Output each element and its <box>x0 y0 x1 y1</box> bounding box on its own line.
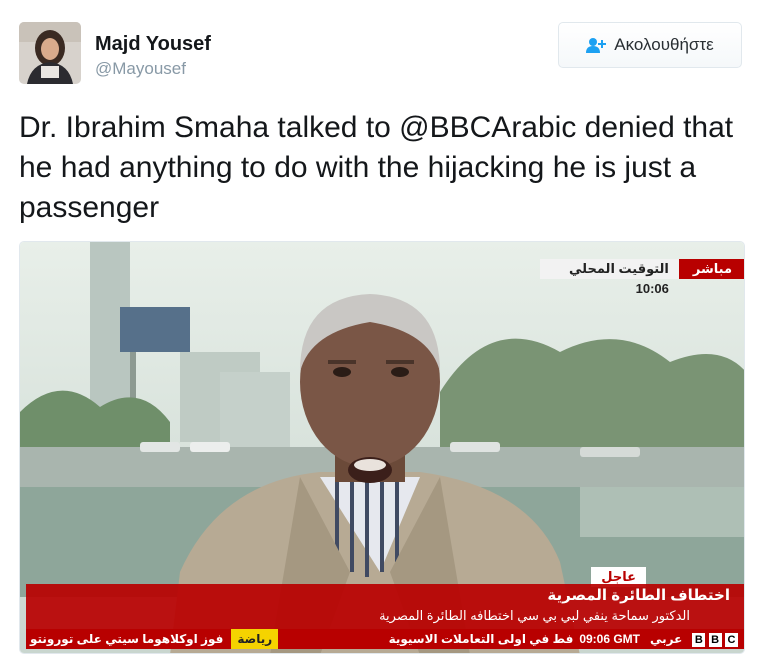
bbc-logo-letter: B <box>708 632 722 647</box>
tweet-text: Dr. Ibrahim Smaha talked to @BBCArabic d… <box>19 111 734 224</box>
avatar[interactable] <box>19 22 81 84</box>
local-time-label: التوقيت المحلي 10:06 <box>540 259 679 296</box>
broadcast-top-bar: مباشر التوقيت المحلي 10:06 <box>540 259 744 296</box>
bbc-logo: B B C <box>692 632 738 647</box>
bbc-logo-letter: B <box>692 632 706 647</box>
news-ticker: فوز اوكلاهوما سيتي على تورونتو رياضة فط … <box>26 629 744 649</box>
ticker-sport-tag: رياضة <box>231 629 279 649</box>
news-headline: اختطاف الطائرة المصرية <box>547 587 730 604</box>
live-tag: مباشر <box>678 259 744 279</box>
news-headline-box: اختطاف الطائرة المصرية الدكتور سماحة ينف… <box>26 584 744 629</box>
ticker-channel: عربي <box>650 632 683 646</box>
ticker-mid-text: فط في اولى التعاملات الاسيوية <box>388 632 574 646</box>
bbc-logo-letter: C <box>725 632 738 647</box>
author-name[interactable]: Majd Yousef <box>95 33 211 56</box>
tweet-media-image[interactable]: مباشر التوقيت المحلي 10:06 عاجل اختطاف ا… <box>19 241 745 654</box>
author-handle[interactable]: @Mayousef <box>95 59 186 79</box>
news-subheadline: الدكتور سماحة ينفي لبي بي سي اختطافه الط… <box>379 608 690 623</box>
ticker-left-text: فوز اوكلاهوما سيتي على تورونتو <box>30 632 224 646</box>
follow-button[interactable]: Ακολουθήστε <box>558 22 742 68</box>
follow-button-label: Ακολουθήστε <box>614 35 714 54</box>
add-user-icon <box>586 37 607 53</box>
ticker-time: 09:06 GMT <box>579 632 640 646</box>
